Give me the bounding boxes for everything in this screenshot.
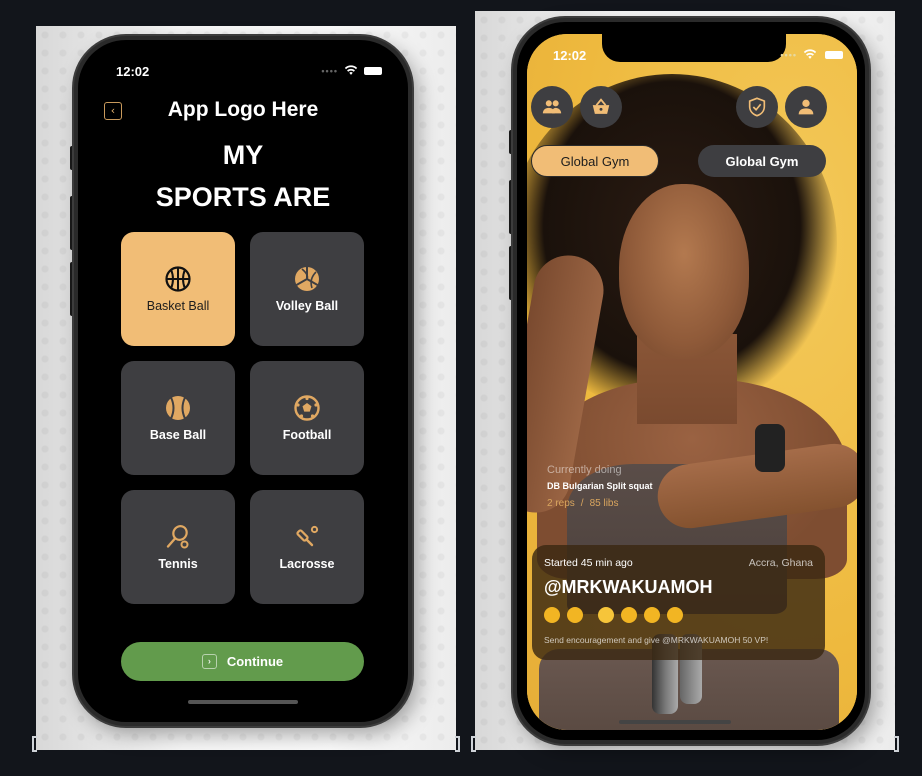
sport-card-basketball[interactable]: Basket Ball (121, 232, 235, 346)
shop-button[interactable] (580, 86, 622, 128)
wifi-icon (803, 49, 817, 59)
title-line-1: MY (222, 140, 264, 170)
app-logo: App Logo Here (167, 98, 319, 121)
profile-button[interactable] (785, 86, 827, 128)
activity-card: Started 45 min ago Accra, Ghana @MRKWAKU… (532, 545, 825, 660)
reaction-bar (544, 607, 813, 623)
page-title: MY SPORTS ARE (84, 134, 402, 218)
sport-card-football[interactable]: Football (250, 361, 364, 475)
sport-label: Volley Ball (275, 299, 339, 313)
stage: 12:02 •••• ‹ App Logo Here MY SPORTS ARE (0, 0, 922, 776)
flexed-biceps-icon[interactable] (644, 607, 660, 623)
continue-label: Continue (226, 654, 284, 669)
live-workout-phone: 12:02 •••• Global Gym Global Gym Current… (513, 18, 869, 744)
location: Accra, Ghana (748, 557, 813, 569)
reps-count: 2 reps (547, 498, 575, 509)
started-time: Started 45 min ago (544, 557, 633, 569)
status-bar: 12:02 •••• (527, 48, 857, 68)
sports-selection-phone: 12:02 •••• ‹ App Logo Here MY SPORTS ARE (74, 36, 412, 726)
basketball-icon (165, 266, 191, 292)
sport-label: Base Ball (149, 428, 207, 442)
security-button[interactable] (736, 86, 778, 128)
raising-hands-icon[interactable] (544, 607, 560, 623)
sport-card-volleyball[interactable]: Volley Ball (250, 232, 364, 346)
user-handle: @MRKWAKUAMOH (544, 577, 713, 597)
corner-bracket (32, 736, 37, 752)
sport-label: Tennis (158, 557, 198, 571)
chevron-right-icon: › (201, 654, 217, 669)
signal-icon: •••• (780, 50, 797, 60)
home-indicator (619, 720, 731, 724)
corner-bracket (471, 736, 476, 752)
tennis-racket-icon (166, 525, 189, 549)
baseball-icon (166, 396, 190, 420)
flexed-biceps-icon[interactable] (667, 607, 683, 623)
sport-label: Basket Ball (146, 299, 210, 313)
sport-card-baseball[interactable]: Base Ball (121, 361, 235, 475)
sports-grid: Basket Ball Volley Ball Base Ball Footba… (121, 232, 365, 604)
signal-icon: •••• (321, 66, 338, 76)
sport-card-tennis[interactable]: Tennis (121, 490, 235, 604)
corner-bracket (455, 736, 460, 752)
exercise-metrics: 2 reps/85 libs (547, 498, 619, 509)
status-time: 12:02 (116, 64, 150, 79)
users-icon (542, 100, 562, 114)
sport-label: Lacrosse (279, 557, 335, 571)
friends-button[interactable] (531, 86, 573, 128)
encouragement-link[interactable]: Send encouragement and give @MRKWAKUAMOH… (544, 635, 813, 645)
home-indicator (188, 700, 298, 704)
battery-icon (825, 51, 843, 59)
user-icon (798, 99, 814, 115)
gym-tab[interactable]: Global Gym (698, 145, 826, 177)
sport-card-lacrosse[interactable]: Lacrosse (250, 490, 364, 604)
current-exercise: Currently doing DB Bulgarian Split squat… (547, 464, 653, 509)
flexed-biceps-icon[interactable] (621, 607, 637, 623)
lacrosse-stick-icon (296, 525, 319, 547)
exercise-name: DB Bulgarian Split squat (547, 481, 653, 491)
volleyball-icon (295, 267, 319, 291)
basket-icon (592, 98, 610, 114)
shield-check-icon (748, 97, 766, 117)
title-line-2: SPORTS ARE (155, 182, 331, 212)
gym-tab-active[interactable]: Global Gym (531, 145, 659, 177)
battery-icon (364, 67, 382, 75)
continue-button[interactable]: › Continue (121, 642, 364, 681)
live-workout-screen: 12:02 •••• Global Gym Global Gym Current… (527, 34, 857, 730)
fist-bump-icon[interactable] (567, 607, 583, 623)
soccer-ball-icon (294, 395, 320, 421)
sport-label: Football (282, 428, 332, 442)
status-bar: 12:02 •••• (84, 64, 402, 84)
currently-doing-label: Currently doing (547, 464, 622, 476)
sports-selection-screen: 12:02 •••• ‹ App Logo Here MY SPORTS ARE (84, 46, 402, 716)
wifi-icon (344, 65, 358, 75)
status-time: 12:02 (553, 48, 587, 63)
weight-value: 85 libs (589, 498, 619, 509)
steam-face-icon[interactable] (598, 607, 614, 623)
corner-bracket (894, 736, 899, 752)
